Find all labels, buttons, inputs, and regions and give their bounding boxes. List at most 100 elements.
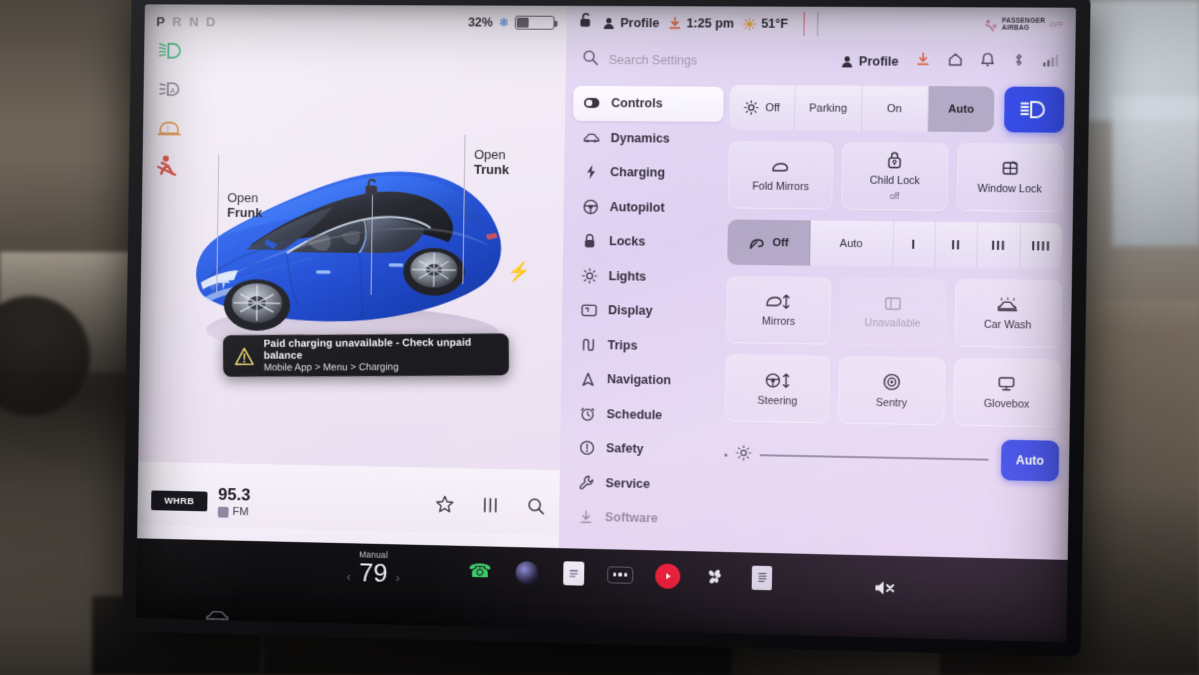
station-logo: WHRB: [151, 490, 207, 511]
signal-icon[interactable]: [1042, 52, 1059, 72]
search-icon[interactable]: [526, 496, 545, 520]
car-outline-icon[interactable]: [204, 608, 237, 630]
wiper-option-4[interactable]: IIII: [1020, 223, 1062, 269]
sidebar-item-display[interactable]: Display: [570, 293, 721, 330]
fan-climate-icon[interactable]: [701, 563, 728, 590]
climate-control-left[interactable]: ‹ Manual 79 ›: [280, 548, 467, 589]
gear-d[interactable]: D: [206, 14, 216, 29]
svg-text:A: A: [170, 86, 176, 95]
lights-option-off[interactable]: Off: [729, 85, 796, 131]
temp-decrease-button[interactable]: ‹: [346, 569, 350, 584]
phone-icon[interactable]: ☎: [467, 558, 493, 585]
glovebox-tile[interactable]: Glovebox: [953, 358, 1060, 428]
calendar-icon[interactable]: [749, 565, 776, 592]
sidebar-item-autopilot[interactable]: Autopilot: [571, 189, 722, 225]
lights-segmented-control: Off Parking On Auto: [729, 85, 994, 132]
high-beam-icon: [1019, 99, 1050, 121]
brightness-slider[interactable]: [724, 436, 989, 478]
vehicle-visualization[interactable]: Open Frunk Open Trunk ⚡: [139, 95, 566, 427]
wiper-option-1[interactable]: I: [893, 221, 936, 267]
camera-icon[interactable]: [513, 559, 539, 586]
lights-option-auto[interactable]: Auto: [928, 86, 995, 132]
info-circle-icon: [578, 440, 595, 456]
brightness-track[interactable]: [760, 454, 989, 460]
volume-mute-icon[interactable]: [872, 578, 899, 599]
sidebar-item-dynamics[interactable]: Dynamics: [572, 120, 723, 156]
unlocked-padlock-icon[interactable]: [578, 12, 593, 34]
station-frequency: 95.3: [218, 486, 250, 504]
window-lock-tile[interactable]: Window Lock: [956, 143, 1063, 212]
gear-n[interactable]: N: [189, 14, 199, 29]
open-frunk-label[interactable]: Open Frunk: [227, 190, 263, 220]
sidebar-item-trips[interactable]: Trips: [569, 327, 720, 364]
steering-tile[interactable]: Steering: [725, 354, 831, 423]
sidebar-item-navigation[interactable]: Navigation: [569, 362, 720, 399]
settings-panel: Profile 1:25 pm 51°F PASSENGER AIRBAG OF…: [559, 6, 1076, 560]
padlock-icon: [581, 233, 598, 249]
sidebar-item-controls[interactable]: Controls: [573, 86, 724, 122]
high-beam-button[interactable]: [1004, 87, 1064, 133]
wiper-option-2[interactable]: II: [935, 222, 978, 268]
sidebar-item-safety[interactable]: Safety: [568, 430, 719, 467]
home-icon[interactable]: [947, 52, 963, 72]
notes-icon[interactable]: [560, 560, 586, 587]
settings-top-bar: Profile 1:25 pm 51°F PASSENGER AIRBAG OF…: [566, 6, 1076, 42]
wiper-option-off[interactable]: Off: [727, 219, 810, 265]
weather-readout[interactable]: 51°F: [743, 17, 788, 31]
wiper-option-3[interactable]: III: [978, 222, 1021, 268]
unlocked-padlock-icon[interactable]: [363, 178, 381, 203]
gear-r[interactable]: R: [172, 14, 182, 29]
search-icon[interactable]: [582, 49, 599, 71]
sidebar-item-software[interactable]: Software: [567, 499, 718, 537]
snowflake-icon: ❄: [499, 17, 509, 29]
profile-button[interactable]: Profile: [602, 16, 659, 30]
wiper-icon: [748, 234, 766, 250]
equalizer-icon[interactable]: [481, 496, 500, 520]
sidebar-item-label: Schedule: [606, 407, 662, 422]
brightness-auto-button[interactable]: Auto: [1001, 440, 1059, 482]
notification-toast[interactable]: Paid charging unavailable - Check unpaid…: [223, 333, 509, 376]
sidebar-item-schedule[interactable]: Schedule: [568, 396, 719, 433]
mirror-adjust-icon: [764, 292, 795, 311]
lights-option-parking[interactable]: Parking: [795, 85, 862, 131]
steering-adjust-icon: [762, 370, 793, 390]
passenger-airbag-indicator: PASSENGER AIRBAG OFF: [984, 17, 1063, 32]
unavailable-tile: Unavailable: [840, 277, 946, 346]
bluetooth-icon[interactable]: [1012, 52, 1025, 72]
sidebar-item-lights[interactable]: Lights: [570, 258, 721, 295]
battery-icon[interactable]: [515, 16, 555, 30]
sidebar-item-service[interactable]: Service: [567, 465, 718, 503]
gear-p[interactable]: P: [156, 14, 166, 29]
download-icon[interactable]: [916, 52, 931, 72]
fold-mirrors-tile[interactable]: Fold Mirrors: [728, 141, 834, 209]
brightness-row: Auto: [724, 434, 1059, 481]
sidebar-item-locks[interactable]: Locks: [571, 224, 722, 260]
touchscreen[interactable]: P R N D 32% ❄ A ! Open Frunk Open Trunk …: [136, 4, 1076, 642]
open-trunk-label[interactable]: Open Trunk: [474, 147, 510, 177]
sentry-tile[interactable]: Sentry: [839, 356, 945, 426]
child-lock-tile[interactable]: Child Lock off: [842, 142, 948, 211]
sidebar-item-label: Dynamics: [611, 131, 670, 146]
profile-button-settings[interactable]: Profile: [841, 54, 899, 68]
station-band: FM: [218, 506, 250, 519]
sidebar-item-charging[interactable]: Charging: [572, 155, 723, 191]
download-status[interactable]: 1:25 pm: [668, 16, 734, 30]
band-badge-icon: [218, 506, 229, 517]
bell-icon[interactable]: [980, 52, 995, 72]
mirrors-tile[interactable]: Mirrors: [726, 276, 832, 345]
wiper-option-auto[interactable]: Auto: [810, 220, 894, 266]
more-apps-icon[interactable]: [607, 561, 633, 588]
lights-option-on[interactable]: On: [861, 86, 928, 132]
alarm-clock-icon: [579, 405, 596, 421]
search-input[interactable]: [609, 53, 826, 68]
controls-tile-row-3: Steering Sentry Glovebox: [725, 354, 1060, 427]
car-wash-tile[interactable]: Car Wash: [954, 279, 1061, 349]
steering-wheel-blur: [0, 296, 90, 416]
glovebox-icon: [995, 375, 1018, 394]
music-app-icon[interactable]: [654, 562, 680, 589]
climate-temperature: 79: [359, 559, 389, 586]
car-wash-icon: [994, 296, 1021, 314]
star-icon[interactable]: [435, 495, 454, 519]
toast-title: Paid charging unavailable - Check unpaid…: [263, 337, 498, 362]
temp-increase-button[interactable]: ›: [396, 570, 400, 585]
